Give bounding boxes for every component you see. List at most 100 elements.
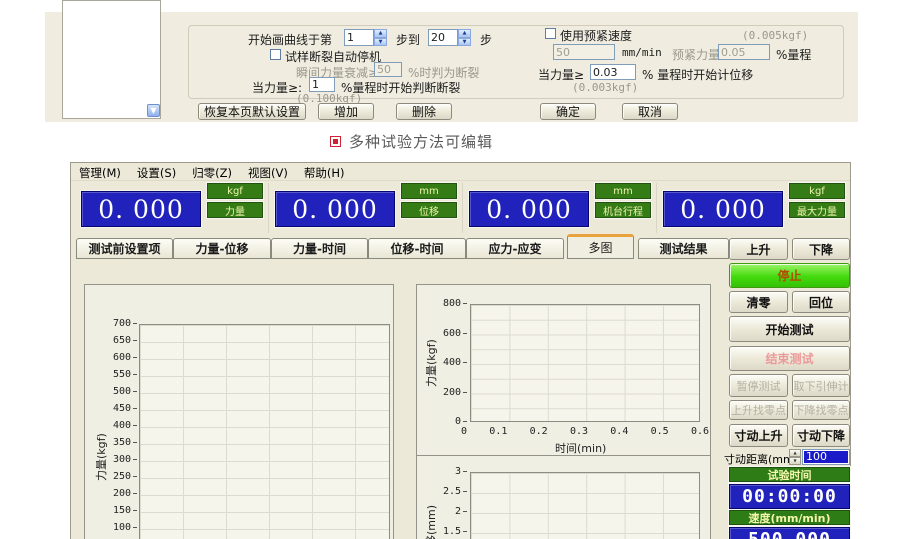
tab-force-displacement[interactable]: 力量-位移 <box>173 238 271 259</box>
y-tick-label: 3 <box>455 466 467 478</box>
caption-text: 多种试验方法可编辑 <box>349 131 493 152</box>
scroll-down-icon[interactable]: ▼ <box>147 104 160 117</box>
draw-curve-to-spinner[interactable]: ▲▼ <box>428 29 471 46</box>
force-time-plot <box>470 304 700 422</box>
spinner-arrows-icon[interactable]: ▲▼ <box>374 29 387 46</box>
method-listbox[interactable]: ▼ <box>62 0 161 119</box>
y-tick-label: 200 <box>443 387 467 399</box>
down-button[interactable]: 下降 <box>792 238 850 260</box>
preload-force-input[interactable] <box>718 44 770 60</box>
caption: 多种试验方法可编辑 <box>330 131 493 152</box>
ok-button[interactable]: 确定 <box>540 103 596 120</box>
red-square-bullet-icon <box>330 136 341 147</box>
tab-stress-strain[interactable]: 应力-应变 <box>466 238 564 259</box>
x-tick-label: 0.1 <box>489 426 507 437</box>
test-time-header: 试验时间 <box>729 467 850 482</box>
restore-defaults-button[interactable]: 恢复本页默认设置 <box>198 103 306 120</box>
force-time-ylabel: 力量(kgf) <box>423 339 439 387</box>
disp-start-input[interactable] <box>590 64 636 80</box>
preload-speed-input[interactable] <box>553 44 615 60</box>
add-button[interactable]: 增加 <box>318 103 374 120</box>
remove-extensometer-button[interactable]: 取下引伸计 <box>792 374 850 397</box>
disp-start-note: (0.003kgf) <box>572 81 638 94</box>
y-tick-label: 400 <box>113 420 137 432</box>
y-tick-label: 500 <box>113 386 137 398</box>
preload-speed-unit-label: mm/min <box>622 46 662 59</box>
maxforce-label-badge: 最大力量 <box>789 202 845 218</box>
displacement-value: 0. 000 <box>275 191 395 227</box>
home-button[interactable]: 回位 <box>792 291 850 313</box>
draw-curve-from-spinner[interactable]: ▲▼ <box>344 29 387 46</box>
menu-help[interactable]: 帮助(H) <box>304 165 345 178</box>
draw-curve-to-input[interactable] <box>428 29 458 46</box>
y-tick-label: 1.5 <box>443 526 467 538</box>
jog-distance-field[interactable]: 100 <box>802 449 850 465</box>
crosshead-unit-badge: mm <box>595 183 651 199</box>
x-tick-label: 0.5 <box>651 426 669 437</box>
chart-divider <box>417 455 710 456</box>
y-tick-label: 650 <box>113 335 137 347</box>
up-button[interactable]: 上升 <box>729 238 788 260</box>
force-unit-badge: kgf <box>207 183 263 199</box>
preload-note: (0.005kgf) <box>742 29 808 42</box>
tab-test-results[interactable]: 测试结果 <box>638 238 729 259</box>
speed-header: 速度(mm/min) <box>729 510 850 525</box>
x-tick-label: 0.3 <box>570 426 588 437</box>
draw-curve-from-input[interactable] <box>344 29 374 46</box>
menu-settings[interactable]: 设置(S) <box>137 165 176 178</box>
preload-force-unit-label: %量程 <box>776 46 811 63</box>
draw-curve-suffix-label: 步 <box>480 31 492 48</box>
instant-decay-input[interactable] <box>374 62 402 77</box>
preload-speed-checkbox[interactable] <box>545 28 556 39</box>
speed-display: 500.000 <box>729 527 850 539</box>
draw-curve-prefix-label: 开始画曲线于第 <box>248 31 332 48</box>
menu-manage[interactable]: 管理(M) <box>79 165 121 178</box>
force-ge-input[interactable] <box>309 77 335 92</box>
jog-distance-value: 100 <box>804 451 848 463</box>
force-chart-plot <box>139 324 390 539</box>
jog-down-button[interactable]: 寸动下降 <box>792 424 850 447</box>
display-force: 0. 000 kgf 力量 <box>75 183 269 233</box>
tab-displacement-time[interactable]: 位移-时间 <box>368 238 466 259</box>
delete-button[interactable]: 删除 <box>396 103 452 120</box>
break-autostop-label: 试样断裂自动停机 <box>285 48 381 65</box>
spinner-arrows-icon[interactable]: ▲▼ <box>458 29 471 46</box>
force-chart-ylabel: 力量(kgf) <box>93 433 109 481</box>
displacement-unit-badge: mm <box>401 183 457 199</box>
jog-distance-spinner[interactable]: ▲▼ <box>789 449 801 464</box>
force-ge-label: 当力量≥: <box>252 79 302 96</box>
cancel-button[interactable]: 取消 <box>622 103 678 120</box>
break-autostop-checkbox[interactable] <box>270 49 281 60</box>
y-tick-label: 450 <box>113 403 137 415</box>
jog-distance-label: 寸动距离(mm) <box>724 451 798 467</box>
menu-bar: 管理(M) 设置(S) 归零(Z) 视图(V) 帮助(H) <box>71 163 850 181</box>
main-window: 管理(M) 设置(S) 归零(Z) 视图(V) 帮助(H) 0. 000 kgf… <box>70 162 851 539</box>
y-tick-label: 200 <box>113 488 137 500</box>
x-tick-label: 0.4 <box>610 426 628 437</box>
clear-button[interactable]: 清零 <box>729 291 788 313</box>
start-test-button[interactable]: 开始测试 <box>729 316 850 342</box>
x-tick-label: 0 <box>461 426 467 437</box>
force-time-xticks: 00.10.20.30.40.50.6 <box>461 426 709 437</box>
up-find-zero-button[interactable]: 上升找零点 <box>729 400 788 420</box>
x-tick-label: 0.2 <box>530 426 548 437</box>
displacement-time-yticks: 32.521.5 <box>435 466 467 538</box>
preload-speed-label: 使用预紧速度 <box>560 27 632 44</box>
menu-zero[interactable]: 归零(Z) <box>192 165 232 178</box>
tab-force-time[interactable]: 力量-时间 <box>271 238 368 259</box>
down-find-zero-button[interactable]: 下降找零点 <box>792 400 850 420</box>
displacement-time-plot <box>470 472 700 539</box>
stop-button[interactable]: 停止 <box>729 263 850 288</box>
pause-test-button[interactable]: 暂停测试 <box>729 374 788 397</box>
menu-view[interactable]: 视图(V) <box>248 165 288 178</box>
force-time-xlabel: 时间(min) <box>555 440 606 456</box>
preload-force-label: 预紧力量 <box>672 46 720 63</box>
display-maxforce: 0. 000 kgf 最大力量 <box>657 183 851 233</box>
tab-pretest-settings[interactable]: 测试前设置项 <box>76 238 173 259</box>
crosshead-value: 0. 000 <box>469 191 589 227</box>
tab-multichart[interactable]: 多图 <box>567 234 634 259</box>
end-test-button[interactable]: 结束测试 <box>729 346 850 371</box>
maxforce-value: 0. 000 <box>663 191 783 227</box>
displacement-time-ylabel: 位移(mm) <box>423 505 439 539</box>
jog-up-button[interactable]: 寸动上升 <box>729 424 788 447</box>
